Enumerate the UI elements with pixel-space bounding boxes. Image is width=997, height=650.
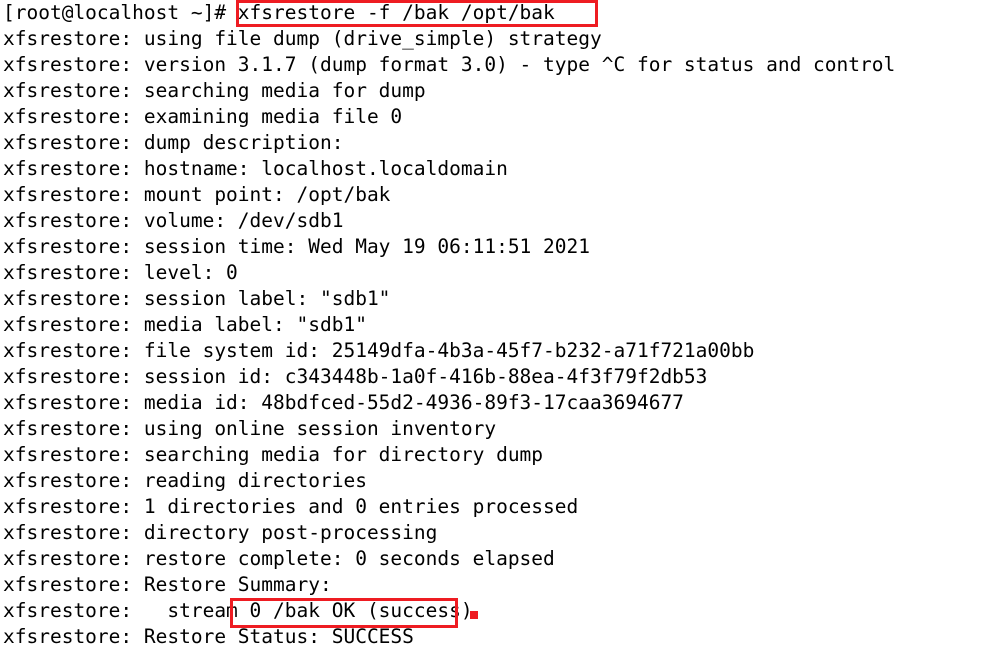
terminal-line: xfsrestore: restore complete: 0 seconds … (3, 547, 555, 570)
terminal-line: xfsrestore: media label: "sdb1" (3, 313, 367, 336)
terminal-line: xfsrestore: file system id: 25149dfa-4b3… (3, 339, 755, 362)
terminal-line: xfsrestore: dump description: (3, 131, 344, 154)
terminal-line: xfsrestore: using file dump (drive_simpl… (3, 27, 602, 50)
terminal-line: xfsrestore: session time: Wed May 19 06:… (3, 235, 590, 258)
terminal-line: xfsrestore: volume: /dev/sdb1 (3, 209, 344, 232)
terminal-line: xfsrestore: media id: 48bdfced-55d2-4936… (3, 391, 684, 414)
terminal-line: xfsrestore: searching media for dump (3, 79, 426, 102)
terminal-line: xfsrestore: Restore Summary: (3, 573, 332, 596)
terminal-line: xfsrestore: session id: c343448b-1a0f-41… (3, 365, 708, 388)
terminal-line: xfsrestore: 1 directories and 0 entries … (3, 495, 579, 518)
terminal-line: xfsrestore: Restore Status: SUCCESS (3, 625, 414, 648)
terminal-line: xfsrestore: hostname: localhost.localdom… (3, 157, 508, 180)
terminal-line: xfsrestore: mount point: /opt/bak (3, 183, 391, 206)
terminal-line: [root@localhost ~]# xfsrestore -f /bak /… (3, 1, 555, 24)
terminal-output[interactable]: [root@localhost ~]# xfsrestore -f /bak /… (0, 0, 997, 648)
terminal-line: xfsrestore: searching media for director… (3, 443, 544, 466)
terminal-line: xfsrestore: level: 0 (3, 261, 238, 284)
terminal-line: xfsrestore: directory post-processing (3, 521, 438, 544)
terminal-line: xfsrestore: stream 0 /bak OK (success) (3, 599, 473, 622)
terminal-line: xfsrestore: reading directories (3, 469, 367, 492)
terminal-line: xfsrestore: examining media file 0 (3, 105, 403, 128)
terminal-line: xfsrestore: using online session invento… (3, 417, 497, 440)
terminal-line: xfsrestore: session label: "sdb1" (3, 287, 391, 310)
red-marker-dot (470, 611, 478, 619)
terminal-line: xfsrestore: version 3.1.7 (dump format 3… (3, 53, 896, 76)
